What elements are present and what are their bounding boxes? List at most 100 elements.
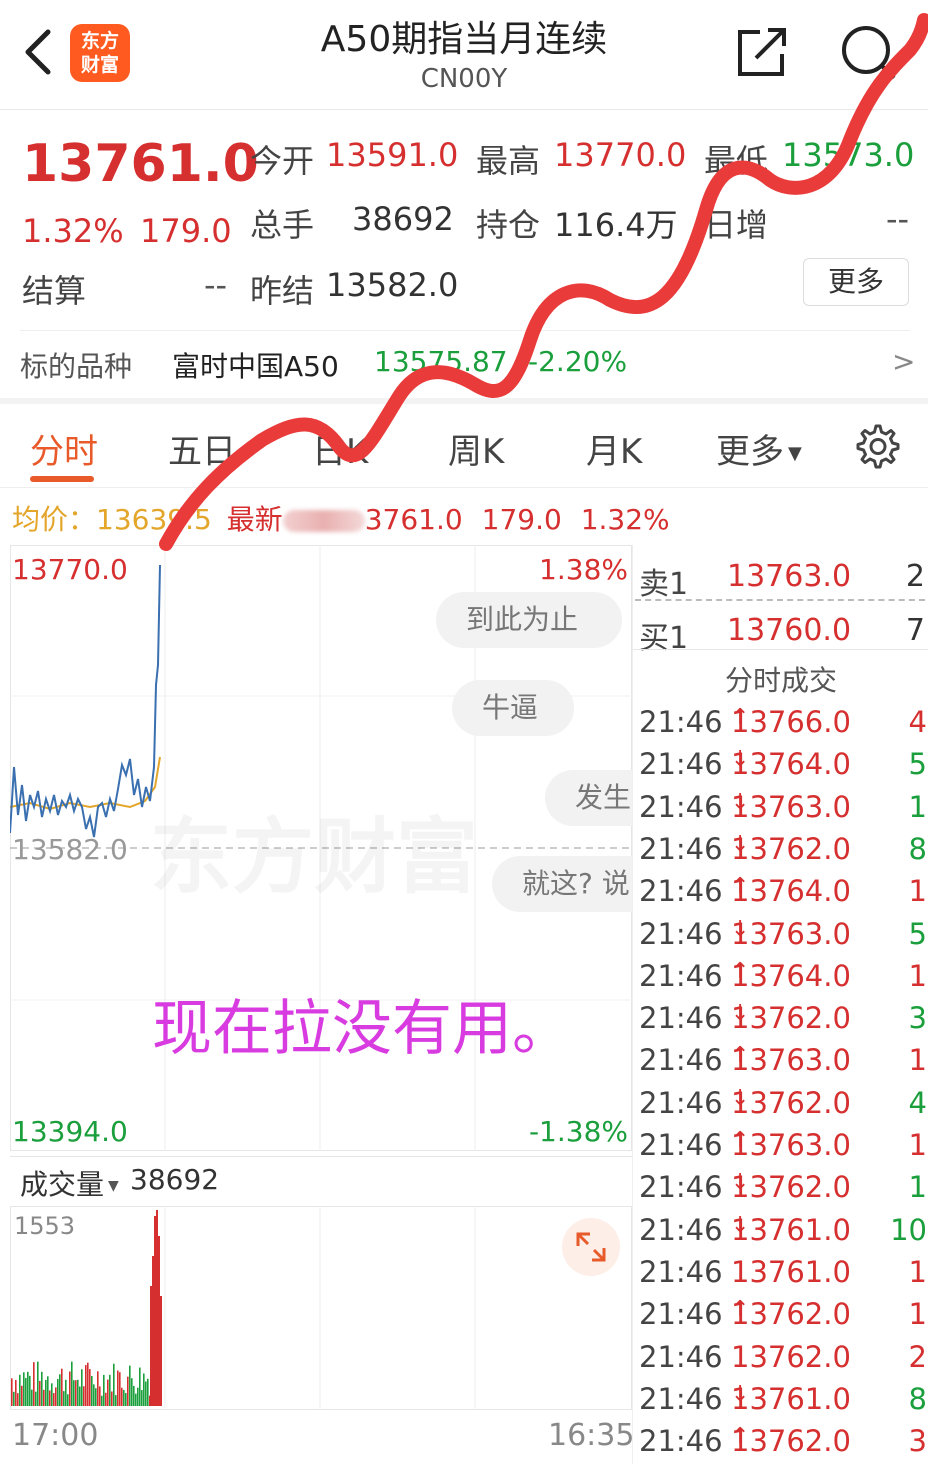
trade-volume: 5 bbox=[908, 916, 927, 951]
trade-time: 21:46 bbox=[639, 1085, 723, 1120]
volume-bar bbox=[156, 1210, 158, 1406]
last-price: 13761.0 bbox=[22, 134, 259, 194]
expand-chart-button[interactable] bbox=[562, 1218, 620, 1276]
tab-daily-k[interactable]: 日K bbox=[312, 424, 368, 473]
volume-bar bbox=[143, 1373, 145, 1406]
volume-bar bbox=[95, 1388, 97, 1406]
settle-value: -- bbox=[204, 266, 228, 304]
volume-bar bbox=[19, 1374, 21, 1406]
comment-bubble[interactable]: 就这? 说 bbox=[492, 856, 632, 912]
volume-bar bbox=[39, 1380, 41, 1406]
trade-volume: 3 bbox=[908, 1424, 927, 1459]
comment-bubble[interactable]: 牛逼 bbox=[452, 680, 574, 736]
quote-more-button[interactable]: 更多 bbox=[803, 258, 909, 306]
trade-direction-icon: ↓ bbox=[731, 1212, 750, 1238]
time-axis-start: 17:00 bbox=[12, 1418, 99, 1453]
volume-bar bbox=[119, 1372, 121, 1406]
volume-bar bbox=[77, 1379, 79, 1406]
volume-bar bbox=[59, 1374, 61, 1406]
trade-direction-icon: ↓ bbox=[731, 1085, 750, 1111]
underlying-change: -2.20% bbox=[528, 345, 628, 378]
open-value: 13591.0 bbox=[326, 136, 459, 174]
bid-price: 13760.0 bbox=[727, 613, 852, 648]
trade-volume: 1 bbox=[908, 1297, 927, 1332]
volume-bar bbox=[15, 1380, 17, 1406]
search-button[interactable] bbox=[838, 24, 898, 80]
trades-divider bbox=[633, 649, 928, 650]
trade-volume: 1 bbox=[908, 789, 927, 824]
volume-bar bbox=[145, 1381, 147, 1406]
trade-time: 21:46 bbox=[639, 747, 723, 782]
overlay-caption: 现在拉没有用。 bbox=[152, 994, 572, 1064]
volume-bar bbox=[125, 1393, 127, 1406]
trade-direction-icon: ↓ bbox=[731, 1170, 750, 1196]
comment-bubble[interactable]: 到此为止 bbox=[436, 592, 622, 648]
trade-direction-icon: ↑ bbox=[731, 1297, 750, 1323]
time-axis-end: 16:35 bbox=[548, 1418, 635, 1453]
volume-selector[interactable]: 成交量 ▼ bbox=[20, 1163, 119, 1203]
volume-bar bbox=[91, 1376, 93, 1406]
dropdown-caret-icon: ▼ bbox=[788, 443, 802, 464]
trade-volume: 1 bbox=[908, 958, 927, 993]
volume-bar bbox=[109, 1374, 111, 1406]
tab-intraday[interactable]: 分时 bbox=[30, 424, 98, 473]
trade-row: 21:46 13762.0 ↓ 3 bbox=[639, 1001, 928, 1043]
daily-add-label: 日增 bbox=[704, 206, 769, 244]
tab-five-day[interactable]: 五日 bbox=[168, 424, 236, 473]
trade-volume: 1 bbox=[908, 1043, 927, 1078]
trade-time: 21:46 bbox=[639, 958, 723, 993]
volume-bar bbox=[117, 1370, 119, 1406]
tab-monthly-k[interactable]: 月K bbox=[586, 424, 642, 473]
info-change-amount: 179.0 bbox=[481, 503, 562, 536]
trade-time: 21:46 bbox=[639, 1170, 723, 1205]
volume-bar bbox=[154, 1216, 156, 1406]
underlying-row[interactable]: 标的品种 富时中国A50 13575.87 -2.20% > bbox=[20, 330, 915, 392]
volume-bar bbox=[73, 1380, 75, 1406]
volume-bar bbox=[47, 1376, 49, 1406]
tab-weekly-k[interactable]: 周K bbox=[448, 424, 504, 473]
tab-more[interactable]: 更多 ▼ bbox=[716, 424, 802, 473]
expand-icon bbox=[576, 1232, 606, 1262]
intraday-info-line: 均价：13639.5 最新 3761.0 179.0 1.32% bbox=[12, 498, 670, 538]
volume-bar bbox=[63, 1391, 65, 1406]
underlying-price: 13575.87 bbox=[374, 345, 508, 378]
trade-row: 21:46 13764.0 ↑ 1 bbox=[639, 959, 928, 1001]
open-label: 今开 bbox=[250, 142, 315, 180]
chart-max-percent: 1.38% bbox=[539, 553, 628, 586]
prev-settle-value: 13582.0 bbox=[326, 266, 459, 304]
trade-row: 21:46 13762.0 ↓ 8 bbox=[639, 832, 928, 874]
chart-settings-button[interactable] bbox=[852, 422, 900, 470]
dropdown-caret-icon: ▼ bbox=[108, 1178, 119, 1194]
change-percent: 1.32% bbox=[22, 212, 124, 250]
share-button[interactable] bbox=[732, 24, 792, 80]
volume-bar bbox=[123, 1389, 125, 1406]
chart-prev-settle: 13582.0 bbox=[12, 833, 128, 866]
trade-direction-icon: ↑ bbox=[731, 958, 750, 984]
trade-direction-icon: ↓ bbox=[731, 916, 750, 942]
volume-bar bbox=[133, 1385, 135, 1406]
trade-row: 21:46 13764.0 ↓ 5 bbox=[639, 747, 928, 789]
underlying-label: 标的品种 bbox=[20, 350, 133, 383]
trade-direction-icon: ↓ bbox=[731, 1381, 750, 1407]
volume-bar bbox=[29, 1375, 31, 1406]
volume-chart[interactable]: 1553 bbox=[10, 1206, 632, 1410]
trade-time: 21:46 bbox=[639, 705, 723, 739]
chart-period-tabs: 分时 五日 日K 周K 月K 更多 ▼ bbox=[0, 404, 928, 488]
trade-direction-icon: ↑ bbox=[731, 1043, 750, 1069]
chart-min-percent: -1.38% bbox=[528, 1115, 628, 1148]
volume-bar bbox=[89, 1369, 91, 1406]
volume-bar bbox=[121, 1387, 123, 1406]
prev-settle-label: 昨结 bbox=[250, 272, 315, 310]
volume-bar bbox=[25, 1378, 27, 1406]
volume-bar bbox=[69, 1371, 71, 1406]
trade-direction-icon: ↑ bbox=[731, 705, 750, 730]
trade-volume: 8 bbox=[908, 831, 927, 866]
active-tab-indicator bbox=[30, 476, 94, 482]
volume-bar bbox=[103, 1374, 105, 1406]
trade-direction-icon: ↑ bbox=[731, 1128, 750, 1153]
volume-bar bbox=[85, 1365, 87, 1406]
trades-title: 分时成交 bbox=[724, 664, 837, 697]
comment-bubble[interactable]: 发生 bbox=[545, 770, 632, 826]
volume-bar bbox=[150, 1286, 152, 1406]
ask-label: 卖1 bbox=[639, 567, 689, 602]
